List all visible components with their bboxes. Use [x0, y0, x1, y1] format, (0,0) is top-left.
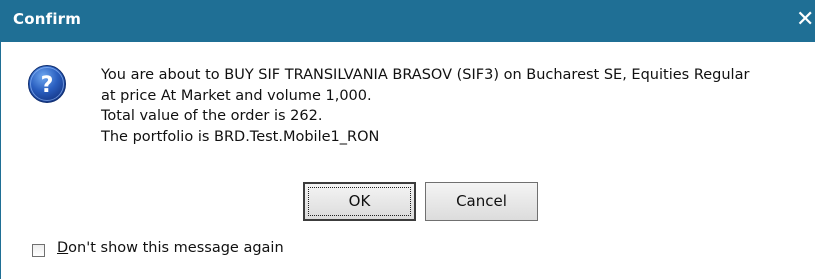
focus-rectangle [308, 187, 411, 216]
question-icon: ? [28, 65, 66, 103]
confirm-dialog: Confirm ✕ ? You are about to BUY SIF TRA… [0, 0, 815, 279]
cancel-button[interactable]: Cancel [425, 182, 538, 221]
message-line: Total value of the order is 262. [101, 108, 323, 124]
question-glyph: ? [41, 73, 54, 98]
message-line: at price At Market and volume 1,000. [101, 87, 372, 104]
label-text: on't show this message again [68, 240, 284, 256]
title-bar: Confirm ✕ [1, 0, 815, 42]
dialog-title: Confirm [13, 10, 82, 28]
ok-button[interactable]: OK [303, 182, 416, 221]
dont-show-again-checkbox[interactable] [32, 244, 45, 257]
dont-show-again-label[interactable]: Don't show this message again [57, 240, 284, 256]
mnemonic-letter: D [57, 240, 69, 256]
message-body: You are about to BUY SIF TRANSILVANIA BR… [101, 65, 749, 147]
cancel-button-label: Cancel [456, 192, 507, 210]
close-icon[interactable]: ✕ [796, 5, 815, 35]
message-line: The portfolio is BRD.Test.Mobile1_RON [101, 128, 380, 145]
message-line: You are about to BUY SIF TRANSILVANIA BR… [101, 67, 750, 83]
